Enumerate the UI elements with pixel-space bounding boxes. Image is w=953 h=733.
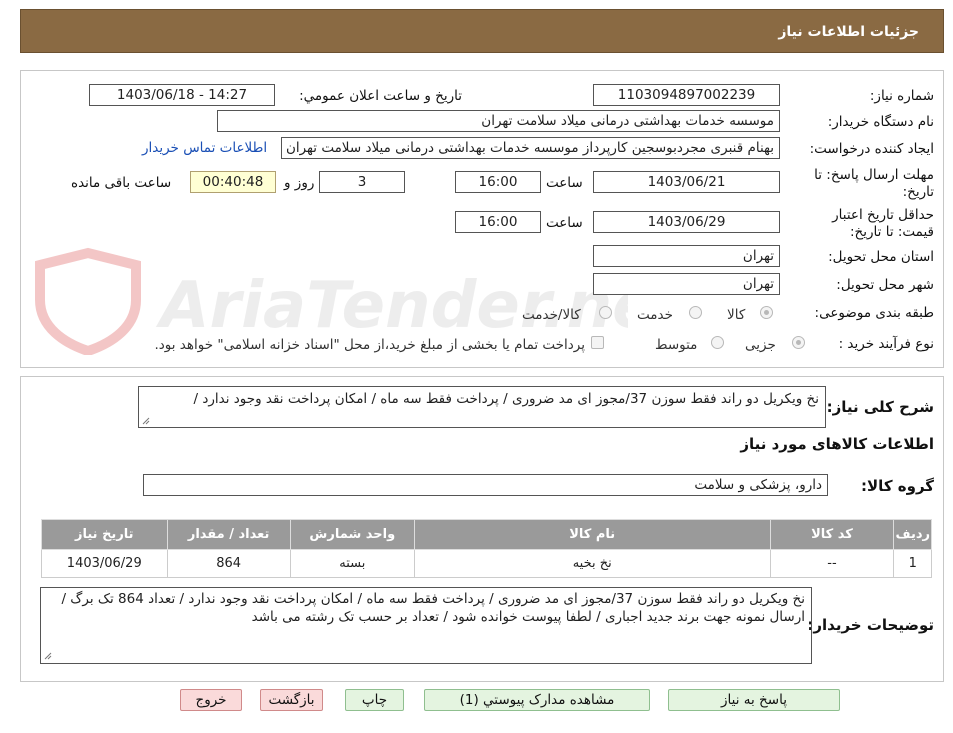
province-field: تهران [593,245,780,267]
summary-label: شرح کلی نیاز: [826,398,934,416]
buyer-notes-text: نخ ویکریل دو راند فقط سوزن 37/مجوز ای مد… [61,591,805,625]
cell-need-date: 1403/06/29 [41,549,168,578]
need-number-label: شماره نیاز: [869,88,934,104]
goods-table-header: ردیف کد کالا نام کالا واحد شمارش تعداد /… [41,519,932,550]
remaining-time-field: 00:40:48 [190,171,276,193]
reply-button[interactable]: پاسخ به نیاز [668,689,840,711]
summary-text: نخ ویکریل دو راند فقط سوزن 37/مجوز ای مد… [193,391,819,407]
validity-label-line2: قیمت: تا تاریخ: [850,224,934,240]
deadline-label-line2: تاریخ: [902,184,934,200]
category-option-goods-service: کالا/خدمت [522,307,581,323]
cell-quantity: 864 [166,549,291,578]
remaining-time-label: ساعت باقی مانده [71,175,172,191]
col-need-date: تاریخ نیاز [41,519,168,550]
announce-field: 1403/06/18 - 14:27 [89,84,275,106]
goods-group-field: دارو، پزشکی و سلامت [143,474,828,496]
process-option-medium: متوسط [655,337,698,353]
treasury-payment-note: پرداخت تمام یا بخشی از مبلغ خرید،از محل … [154,337,585,353]
buyer-label: نام دستگاه خریدار: [827,114,934,130]
cell-name: نخ بخیه [413,549,771,578]
goods-section-title: اطلاعات کالاهای مورد نیاز [740,435,934,453]
days-label: روز و [284,175,315,191]
category-option-goods: کالا [727,307,746,323]
col-name: نام کالا [413,519,771,550]
notes-resize-handle-icon[interactable] [44,652,52,660]
buyer-contact-link[interactable]: اطلاعات تماس خریدار [142,140,267,156]
buyer-notes-field: نخ ویکریل دو راند فقط سوزن 37/مجوز ای مد… [40,587,812,664]
cell-row: 1 [893,549,932,578]
validity-label-line1: حداقل تاریخ اعتبار [832,207,934,223]
cell-code: -- [769,549,895,578]
announce-label: تاریخ و ساعت اعلان عمومي: [299,88,462,104]
deadline-time-label: ساعت [546,175,583,191]
goods-group-label: گروه کالا: [861,477,934,495]
creator-label: ایجاد کننده درخواست: [809,141,934,157]
province-label: استان محل تحویل: [828,249,934,265]
col-code: کد کالا [769,519,895,550]
watermark-shield-icon [35,247,141,355]
days-remaining-field: 3 [319,171,405,193]
page-title: جزئیات اطلاعات نیاز [778,24,919,40]
deadline-time-field: 16:00 [455,171,541,193]
creator-field: بهنام قنبری مجردبوسجین کارپرداز موسسه خد… [281,137,780,159]
goods-table: ردیف کد کالا نام کالا واحد شمارش تعداد /… [41,519,932,578]
buyer-notes-label: توضیحات خریدار: [807,616,934,634]
page-header: جزئیات اطلاعات نیاز [20,9,944,53]
category-radio-goods-service[interactable] [599,306,612,319]
need-number-field: 1103094897002239 [593,84,780,106]
process-radio-medium[interactable] [711,336,724,349]
category-option-service: خدمت [637,307,673,323]
category-radio-service[interactable] [689,306,702,319]
col-quantity: تعداد / مقدار [166,519,291,550]
attachments-button[interactable]: مشاهده مدارک پیوستي (1) [424,689,650,711]
cell-unit: بسته [289,549,415,578]
city-label: شهر محل تحویل: [836,277,934,293]
category-label: طبقه بندی موضوعی: [814,305,934,321]
process-radio-minor[interactable] [792,336,805,349]
watermark-text: AriaTender.neT [155,269,628,343]
print-button[interactable]: چاپ [345,689,404,711]
table-row: 1 -- نخ بخیه بسته 864 1403/06/29 [41,549,932,578]
validity-time-field: 16:00 [455,211,541,233]
deadline-date-field: 1403/06/21 [593,171,780,193]
city-field: تهران [593,273,780,295]
exit-button[interactable]: خروج [180,689,242,711]
summary-field: نخ ویکریل دو راند فقط سوزن 37/مجوز ای مد… [138,386,826,428]
category-radio-goods[interactable] [760,306,773,319]
validity-time-label: ساعت [546,215,583,231]
col-row: ردیف [893,519,932,550]
buyer-field: موسسه خدمات بهداشتی درمانی میلاد سلامت ت… [217,110,780,132]
process-label: نوع فرآیند خرید : [838,336,934,352]
deadline-label-line1: مهلت ارسال پاسخ: تا [814,167,934,183]
process-option-minor: جزیی [745,337,776,353]
resize-handle-icon[interactable] [142,417,150,425]
col-unit: واحد شمارش [289,519,415,550]
back-button[interactable]: بازگشت [260,689,323,711]
validity-date-field: 1403/06/29 [593,211,780,233]
treasury-payment-checkbox[interactable] [591,336,604,349]
